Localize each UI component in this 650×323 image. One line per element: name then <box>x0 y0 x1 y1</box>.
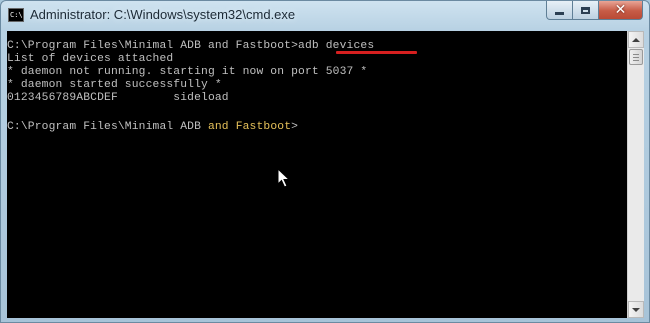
console-line-prompt: C:\Program Files\Minimal ADB and Fastboo… <box>7 121 298 134</box>
prompt-path-part: and <box>207 121 229 133</box>
scroll-up-arrow-icon <box>632 37 640 42</box>
console-line: 0123456789ABCDEF sideload <box>7 92 229 104</box>
scroll-down-arrow-icon <box>632 307 640 312</box>
scroll-down-button[interactable] <box>628 301 644 318</box>
prompt-path-part: Fastboot <box>235 121 292 133</box>
mouse-pointer-icon <box>277 168 291 188</box>
window-title: Administrator: C:\Windows\system32\cmd.e… <box>30 7 296 22</box>
prompt-path-part <box>229 121 236 133</box>
console-line: * daemon not running. starting it now on… <box>7 66 368 78</box>
caption-buttons: ✕ <box>546 1 643 21</box>
close-icon: ✕ <box>614 2 627 18</box>
console-output[interactable]: C:\Program Files\Minimal ADB and Fastboo… <box>7 31 627 318</box>
prompt-path-part: > <box>291 121 299 133</box>
grip-line <box>633 57 639 58</box>
scroll-up-button[interactable] <box>628 31 644 48</box>
grip-line <box>633 54 639 55</box>
cmd-app-icon[interactable]: C:\ <box>8 8 24 22</box>
console-line-command: C:\Program Files\Minimal ADB and Fastboo… <box>7 40 374 53</box>
minimize-button[interactable] <box>546 1 573 20</box>
maximize-button[interactable] <box>573 1 599 20</box>
grip-line <box>633 60 639 61</box>
console-line: * daemon started successfully * <box>7 79 222 91</box>
scroll-thumb[interactable] <box>629 49 643 65</box>
cmd-window: C:\ Administrator: C:\Windows\system32\c… <box>0 0 650 323</box>
prompt-path-part: C:\Program Files\Minimal ADB <box>7 121 208 133</box>
minimize-icon <box>555 11 564 15</box>
close-button[interactable]: ✕ <box>599 1 643 20</box>
maximize-icon <box>581 6 590 14</box>
console-line: List of devices attached <box>7 53 174 65</box>
title-bar[interactable]: C:\ Administrator: C:\Windows\system32\c… <box>1 1 649 31</box>
red-underline-annotation <box>336 51 417 54</box>
prompt-path: C:\Program Files\Minimal ADB and Fastboo… <box>7 40 299 52</box>
vertical-scrollbar[interactable] <box>627 31 644 318</box>
